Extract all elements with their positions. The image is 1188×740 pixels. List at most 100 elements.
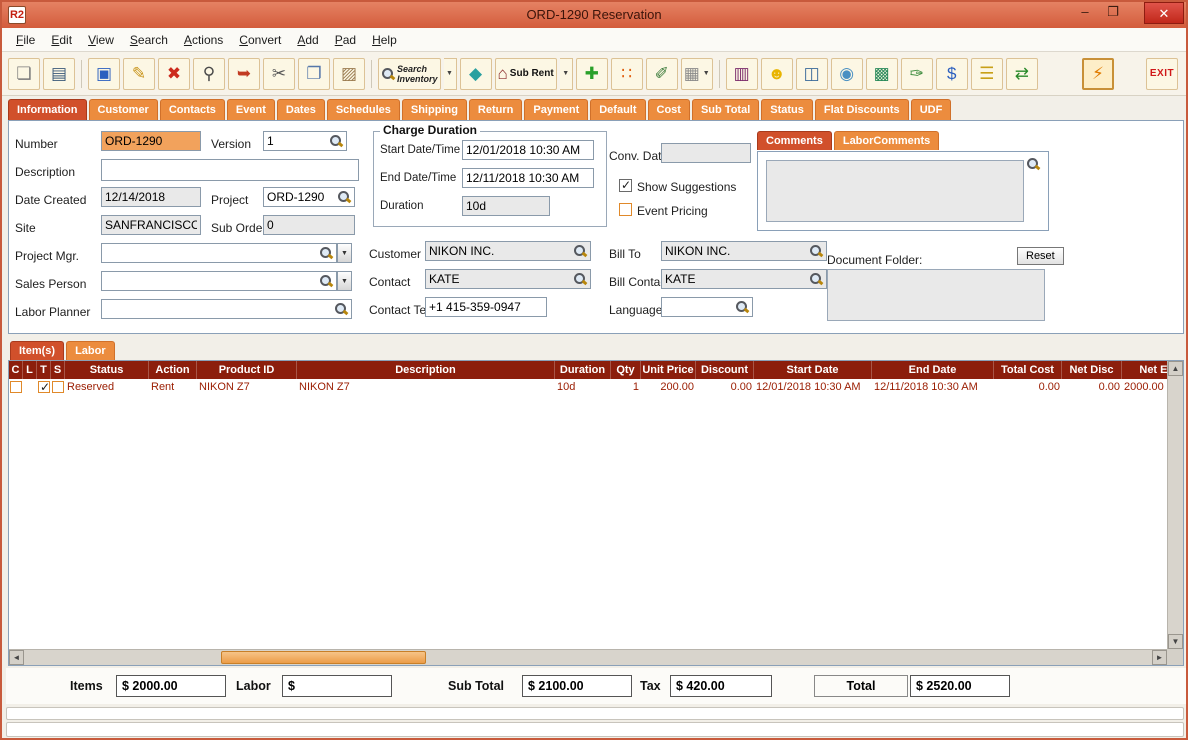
color-circles-button[interactable]: ∷	[610, 57, 643, 90]
search-inventory-button[interactable]: Search Inventory	[378, 57, 441, 90]
grid-calendar-button[interactable]: ▦ ▼	[680, 57, 713, 90]
tab-cost[interactable]: Cost	[647, 99, 690, 120]
sub-rent-button[interactable]: ⌂ Sub Rent	[494, 57, 557, 90]
sales-person-dropdown[interactable]: ▼	[337, 271, 352, 291]
show-suggestions-checkbox[interactable]	[619, 178, 632, 192]
notes-button[interactable]: ✑	[900, 57, 933, 90]
event-pricing-checkbox[interactable]	[619, 203, 632, 216]
description-field[interactable]	[101, 159, 359, 181]
paste-clipboard-button[interactable]: ▨	[333, 57, 365, 90]
vertical-scrollbar[interactable]: ▲ ▼	[1167, 361, 1183, 649]
menu-item-convert[interactable]: Convert	[231, 30, 289, 50]
exit-button[interactable]: EXIT	[1146, 57, 1178, 90]
column-header-description[interactable]: Description	[297, 361, 555, 379]
tab-laborcomments[interactable]: LaborComments	[833, 131, 940, 150]
edit-pencil-button[interactable]: ✎	[123, 57, 155, 90]
column-header-net-disc[interactable]: Net Disc	[1062, 361, 1122, 379]
column-header-c[interactable]: C	[9, 361, 23, 379]
sales-person-field[interactable]	[101, 271, 337, 291]
column-header-start-date[interactable]: Start Date	[754, 361, 872, 379]
scroll-left-button[interactable]: ◄	[9, 650, 24, 665]
project-lookup-icon[interactable]	[338, 190, 351, 204]
document-folder-box[interactable]	[827, 269, 1045, 321]
grid-calendar-dropdown[interactable]: ▼	[703, 70, 710, 77]
new-document-button[interactable]: ❏	[8, 57, 40, 90]
tab-event[interactable]: Event	[226, 99, 275, 120]
column-header-duration[interactable]: Duration	[555, 361, 611, 379]
tab-schedules[interactable]: Schedules	[326, 99, 400, 120]
tab-comments[interactable]: Comments	[757, 131, 832, 150]
comments-lookup-icon[interactable]	[1027, 158, 1040, 171]
menu-item-help[interactable]: Help	[364, 30, 405, 50]
column-header-status[interactable]: Status	[65, 361, 149, 379]
vault-button[interactable]: ◫	[795, 57, 828, 90]
customer-field[interactable]: NIKON INC.	[425, 241, 591, 261]
tab-labor[interactable]: Labor	[66, 341, 115, 360]
menu-item-edit[interactable]: Edit	[43, 30, 80, 50]
3d-shapes-button[interactable]: ◆	[459, 57, 492, 90]
maximize-button[interactable]: ❐	[1100, 2, 1126, 24]
project-mgr-lookup-icon[interactable]	[320, 246, 333, 260]
project-mgr-field[interactable]	[101, 243, 337, 263]
labor-planner-field[interactable]	[101, 299, 352, 319]
column-header-s[interactable]: S	[51, 361, 65, 379]
tab-status[interactable]: Status	[761, 99, 813, 120]
start-datetime-field[interactable]: 12/01/2018 10:30 AM	[462, 140, 594, 160]
menu-item-pad[interactable]: Pad	[327, 30, 364, 50]
minimize-button[interactable]: –	[1072, 2, 1098, 24]
contact-lookup-icon[interactable]	[574, 272, 587, 286]
column-header-discount[interactable]: Discount	[696, 361, 754, 379]
search-inventory-dropdown[interactable]: ▼	[443, 57, 457, 90]
menu-item-file[interactable]: File	[8, 30, 43, 50]
column-header-unit-price[interactable]: Unit Price	[641, 361, 696, 379]
tab-flat-discounts[interactable]: Flat Discounts	[814, 99, 909, 120]
scroll-down-button[interactable]: ▼	[1168, 634, 1183, 649]
reset-button[interactable]: Reset	[1017, 247, 1064, 265]
column-header-action[interactable]: Action	[149, 361, 197, 379]
menu-item-add[interactable]: Add	[289, 30, 326, 50]
menu-item-search[interactable]: Search	[122, 30, 176, 50]
money-coins-button[interactable]: ☰	[970, 57, 1003, 90]
tab-payment[interactable]: Payment	[524, 99, 589, 120]
sales-person-lookup-icon[interactable]	[320, 274, 333, 288]
column-header-qty[interactable]: Qty	[611, 361, 641, 379]
tab-customer[interactable]: Customer	[88, 99, 158, 120]
smiley-button[interactable]: ☻	[760, 57, 793, 90]
close-button[interactable]: ✕	[1144, 2, 1184, 24]
export-button[interactable]: ➥	[228, 57, 260, 90]
delete-button[interactable]: ✖	[158, 57, 190, 90]
add-plus-button[interactable]: ✚	[575, 57, 608, 90]
fax-machine-button[interactable]: ▥	[725, 57, 758, 90]
number-field[interactable]: ORD-1290	[101, 131, 201, 151]
edit-note-button[interactable]: ✐	[645, 57, 678, 90]
column-header-t[interactable]: T	[37, 361, 51, 379]
scroll-up-button[interactable]: ▲	[1168, 361, 1183, 376]
tab-information[interactable]: Information	[8, 99, 87, 120]
tab-return[interactable]: Return	[468, 99, 523, 120]
project-mgr-dropdown[interactable]: ▼	[337, 243, 352, 263]
h-scrollbar-thumb[interactable]	[221, 651, 426, 664]
tab-shipping[interactable]: Shipping	[401, 99, 467, 120]
tab-default[interactable]: Default	[590, 99, 646, 120]
currency-exchange-button[interactable]: ⇄	[1005, 57, 1038, 90]
comments-textarea[interactable]	[766, 160, 1024, 222]
copy-button[interactable]: ❐	[298, 57, 330, 90]
menu-item-view[interactable]: View	[80, 30, 122, 50]
scroll-right-button[interactable]: ►	[1152, 650, 1167, 665]
sub-rent-dropdown[interactable]: ▼	[559, 57, 573, 90]
language-lookup-icon[interactable]	[736, 300, 749, 314]
bill-contact-lookup-icon[interactable]	[810, 272, 823, 286]
version-field[interactable]: 1	[263, 131, 347, 151]
row-checkbox[interactable]	[52, 381, 64, 393]
customer-lookup-icon[interactable]	[574, 244, 587, 258]
bill-to-lookup-icon[interactable]	[810, 244, 823, 258]
rubiks-cube-button[interactable]: ▩	[865, 57, 898, 90]
labor-planner-lookup-icon[interactable]	[335, 302, 348, 316]
version-lookup-icon[interactable]	[330, 134, 343, 148]
print-button[interactable]: ▤	[43, 57, 75, 90]
bill-contact-field[interactable]: KATE	[661, 269, 827, 289]
column-header-product-id[interactable]: Product ID	[197, 361, 297, 379]
table-row[interactable]: Reserved Rent NIKON Z7 NIKON Z7 10d 1 200.00 0.…	[9, 379, 1167, 396]
end-datetime-field[interactable]: 12/11/2018 10:30 AM	[462, 168, 594, 188]
tab-dates[interactable]: Dates	[276, 99, 325, 120]
